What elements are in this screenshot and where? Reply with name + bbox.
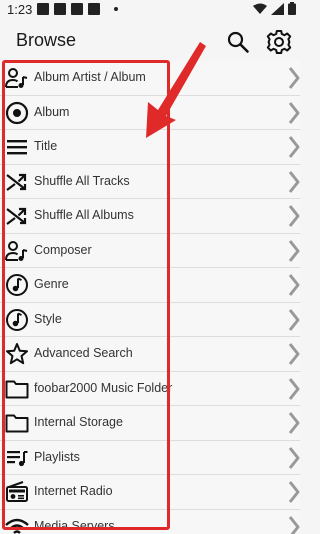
notification-icon — [54, 3, 66, 15]
notification-icon — [37, 3, 49, 15]
browse-item-title[interactable]: Title — [0, 130, 300, 165]
browse-item-internal-storage[interactable]: Internal Storage — [0, 406, 300, 441]
person-music-icon — [4, 66, 30, 90]
browse-list: Album Artist / Album Album Title Shuffle Al… — [0, 61, 300, 534]
status-right — [253, 2, 296, 15]
chevron-right-icon — [288, 136, 300, 158]
page-title: Browse — [16, 30, 77, 50]
chevron-right-icon — [288, 308, 300, 331]
browse-item-label: Shuffle All Albums — [34, 208, 134, 222]
browse-item-playlists[interactable]: Playlists — [0, 440, 300, 475]
browse-item-label: Album — [34, 104, 70, 119]
chevron-right-icon — [288, 274, 300, 296]
browse-item-label: foobar2000 Music Folder — [34, 380, 173, 395]
status-time: 1:23 — [7, 2, 33, 17]
battery-icon — [288, 2, 296, 15]
browse-item-genre[interactable]: Genre — [0, 268, 300, 303]
browse-item-shuffle-all-albums[interactable]: Shuffle All Albums — [0, 199, 300, 234]
search-icon — [227, 31, 249, 53]
app-bar: Browse — [0, 20, 300, 64]
shuffle-icon — [4, 204, 30, 228]
browse-item-album[interactable]: Album — [0, 95, 300, 130]
browse-item-album-artist-album[interactable]: Album Artist / Album — [0, 61, 300, 96]
chevron-right-icon — [288, 515, 300, 534]
browse-item-label: Album Artist / Album — [34, 70, 146, 84]
music-note-circle-icon — [4, 308, 30, 332]
browse-item-label: Internal Storage — [34, 415, 123, 429]
browse-item-media-servers[interactable]: Media Servers — [0, 509, 300, 534]
chevron-right-icon — [288, 170, 300, 193]
browse-item-label: Playlists — [34, 449, 80, 464]
browse-item-style[interactable]: Style — [0, 302, 300, 337]
star-icon — [4, 342, 30, 366]
shuffle-icon — [4, 170, 30, 194]
notification-icon — [88, 3, 100, 15]
folder-icon — [4, 377, 30, 401]
lines-icon — [4, 135, 30, 159]
chevron-right-icon — [288, 101, 300, 124]
chevron-right-icon — [288, 412, 300, 434]
screen: 1:23 Browse Album Artist / Album Album T… — [0, 0, 300, 534]
chevron-right-icon — [288, 377, 300, 400]
wifi-icon — [4, 515, 30, 534]
browse-item-shuffle-all-tracks[interactable]: Shuffle All Tracks — [0, 164, 300, 199]
browse-item-label: Internet Radio — [34, 484, 113, 498]
notification-dot-icon — [114, 7, 118, 11]
chevron-right-icon — [288, 67, 300, 89]
radio-icon — [4, 480, 30, 504]
browse-item-composer[interactable]: Composer — [0, 233, 300, 268]
browse-item-label: Media Servers — [34, 518, 115, 533]
settings-button[interactable] — [265, 28, 293, 56]
chevron-right-icon — [288, 343, 300, 365]
browse-item-label: Advanced Search — [34, 346, 133, 360]
chevron-right-icon — [288, 205, 300, 227]
music-note-circle-icon — [4, 273, 30, 297]
search-button[interactable] — [224, 28, 252, 56]
browse-item-foobar2000-music-folder[interactable]: foobar2000 Music Folder — [0, 371, 300, 406]
playlist-icon — [4, 446, 30, 470]
browse-item-label: Composer — [34, 242, 92, 257]
folder-icon — [4, 411, 30, 435]
browse-item-internet-radio[interactable]: Internet Radio — [0, 475, 300, 510]
disc-icon — [4, 101, 30, 125]
gear-icon — [266, 30, 292, 54]
person-music-icon — [4, 239, 30, 263]
chevron-right-icon — [288, 481, 300, 503]
browse-item-label: Shuffle All Tracks — [34, 173, 130, 188]
status-bar: 1:23 — [0, 0, 300, 20]
notification-icon — [71, 3, 83, 15]
chevron-right-icon — [288, 239, 300, 262]
wifi-status-icon — [253, 3, 267, 14]
chevron-right-icon — [288, 446, 300, 469]
browse-item-label: Genre — [34, 277, 69, 291]
browse-item-advanced-search[interactable]: Advanced Search — [0, 337, 300, 372]
browse-item-label: Style — [34, 311, 62, 326]
signal-icon — [271, 2, 284, 15]
browse-item-label: Title — [34, 139, 58, 153]
